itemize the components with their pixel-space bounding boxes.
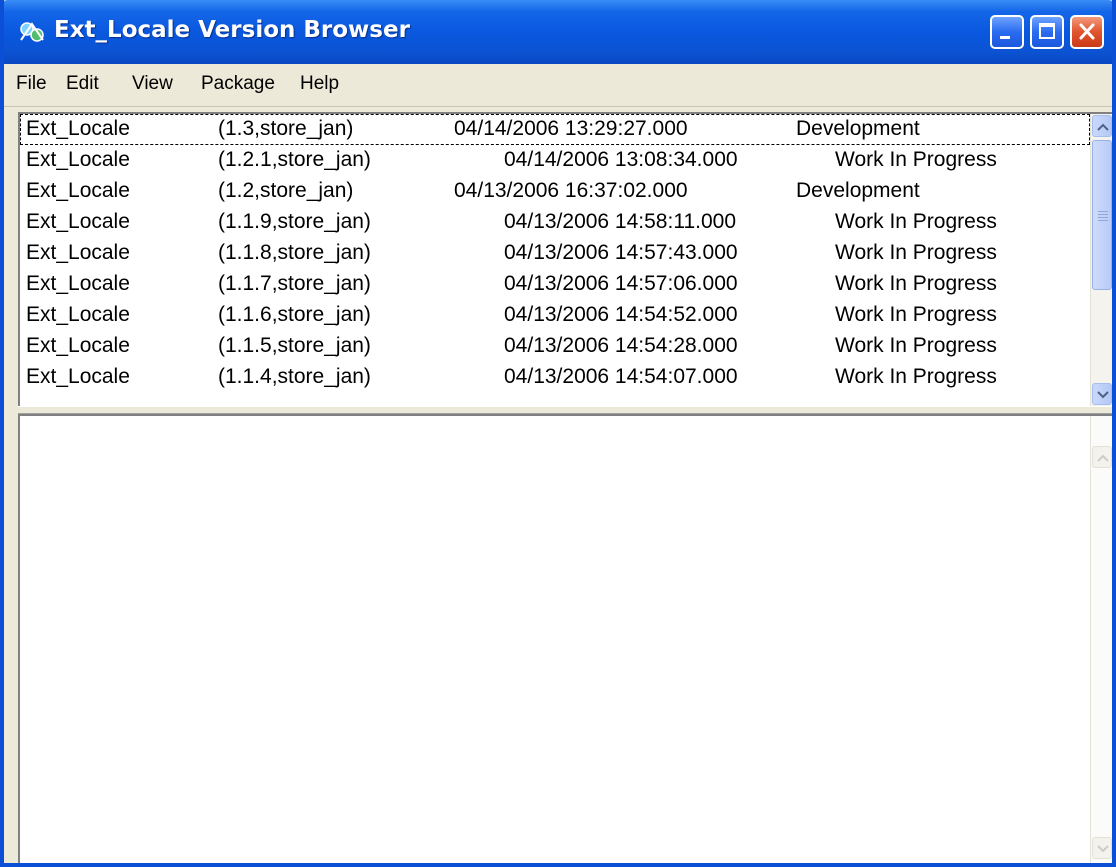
row-name: Ext_Locale [26,241,130,264]
row-state: Work In Progress [835,148,997,171]
row-version: (1.1.6,store_jan) [218,303,371,326]
menu-package[interactable]: Package [201,73,275,95]
detail-scroll-down-button[interactable] [1092,837,1112,859]
row-state: Work In Progress [835,241,997,264]
detail-scrollbar[interactable] [1090,416,1112,863]
maximize-button[interactable] [1030,15,1064,49]
app-network-icon [18,20,46,44]
window-title: Ext_Locale Version Browser [54,17,410,43]
row-state: Work In Progress [835,272,997,295]
pane-splitter[interactable] [18,406,1112,414]
list-item[interactable]: Ext_Locale (1.1.7,store_jan) 04/13/2006 … [20,269,1090,300]
row-version: (1.1.4,store_jan) [218,365,371,388]
chevron-up-icon [1097,123,1109,131]
row-name: Ext_Locale [26,365,130,388]
row-timestamp: 04/13/2006 16:37:02.000 [454,179,688,202]
list-item[interactable]: Ext_Locale (1.3,store_jan) 04/14/2006 13… [20,114,1090,145]
scroll-down-button[interactable] [1092,383,1112,405]
list-item[interactable]: Ext_Locale (1.2.1,store_jan) 04/14/2006 … [20,145,1090,176]
scroll-up-button[interactable] [1092,115,1112,137]
row-state: Work In Progress [835,365,997,388]
list-item[interactable]: Ext_Locale (1.1.5,store_jan) 04/13/2006 … [20,331,1090,362]
row-version: (1.3,store_jan) [218,117,354,140]
menu-help[interactable]: Help [300,73,339,95]
row-name: Ext_Locale [26,272,130,295]
row-name: Ext_Locale [26,303,130,326]
menu-bar: File Edit View Package Help [4,64,1112,107]
list-item[interactable]: Ext_Locale (1.1.4,store_jan) 04/13/2006 … [20,362,1090,393]
row-timestamp: 04/13/2006 14:57:06.000 [504,272,738,295]
detail-scroll-up-button[interactable] [1092,446,1112,468]
scroll-thumb[interactable] [1092,140,1112,290]
row-timestamp: 04/13/2006 14:54:28.000 [504,334,738,357]
row-state: Development [796,179,920,202]
list-item[interactable]: Ext_Locale (1.1.8,store_jan) 04/13/2006 … [20,238,1090,269]
row-name: Ext_Locale [26,117,130,140]
menu-view[interactable]: View [132,73,173,95]
list-item[interactable]: Ext_Locale (1.2,store_jan) 04/13/2006 16… [20,176,1090,207]
title-bar[interactable]: Ext_Locale Version Browser [4,0,1112,64]
chevron-up-icon [1097,454,1109,462]
row-timestamp: 04/14/2006 13:29:27.000 [454,117,688,140]
minimize-icon [1000,36,1010,39]
chevron-down-icon [1097,391,1109,399]
app-window: Ext_Locale Version Browser File Edit Vie… [0,0,1116,867]
row-timestamp: 04/13/2006 14:54:52.000 [504,303,738,326]
row-version: (1.1.9,store_jan) [218,210,371,233]
row-name: Ext_Locale [26,148,130,171]
menu-edit[interactable]: Edit [66,73,99,95]
maximize-icon [1039,23,1055,39]
list-scrollbar[interactable] [1090,114,1112,406]
row-state: Work In Progress [835,210,997,233]
row-version: (1.2,store_jan) [218,179,354,202]
list-item[interactable]: Ext_Locale (1.1.6,store_jan) 04/13/2006 … [20,300,1090,331]
version-list[interactable]: Ext_Locale (1.3,store_jan) 04/14/2006 13… [18,112,1112,406]
detail-pane[interactable] [18,414,1112,863]
row-name: Ext_Locale [26,334,130,357]
close-button[interactable] [1070,15,1104,49]
version-list-rows: Ext_Locale (1.3,store_jan) 04/14/2006 13… [20,114,1090,406]
row-state: Work In Progress [835,334,997,357]
row-timestamp: 04/14/2006 13:08:34.000 [504,148,738,171]
menu-file[interactable]: File [16,73,47,95]
chevron-down-icon [1097,845,1109,853]
row-version: (1.1.8,store_jan) [218,241,371,264]
row-timestamp: 04/13/2006 14:54:07.000 [504,365,738,388]
row-name: Ext_Locale [26,210,130,233]
list-item[interactable]: Ext_Locale (1.1.9,store_jan) 04/13/2006 … [20,207,1090,238]
row-version: (1.1.5,store_jan) [218,334,371,357]
row-name: Ext_Locale [26,179,130,202]
row-state: Work In Progress [835,303,997,326]
minimize-button[interactable] [990,15,1024,49]
row-version: (1.1.7,store_jan) [218,272,371,295]
row-state: Development [796,117,920,140]
row-timestamp: 04/13/2006 14:58:11.000 [504,210,736,233]
row-timestamp: 04/13/2006 14:57:43.000 [504,241,738,264]
close-icon [1079,23,1095,40]
row-version: (1.2.1,store_jan) [218,148,371,171]
